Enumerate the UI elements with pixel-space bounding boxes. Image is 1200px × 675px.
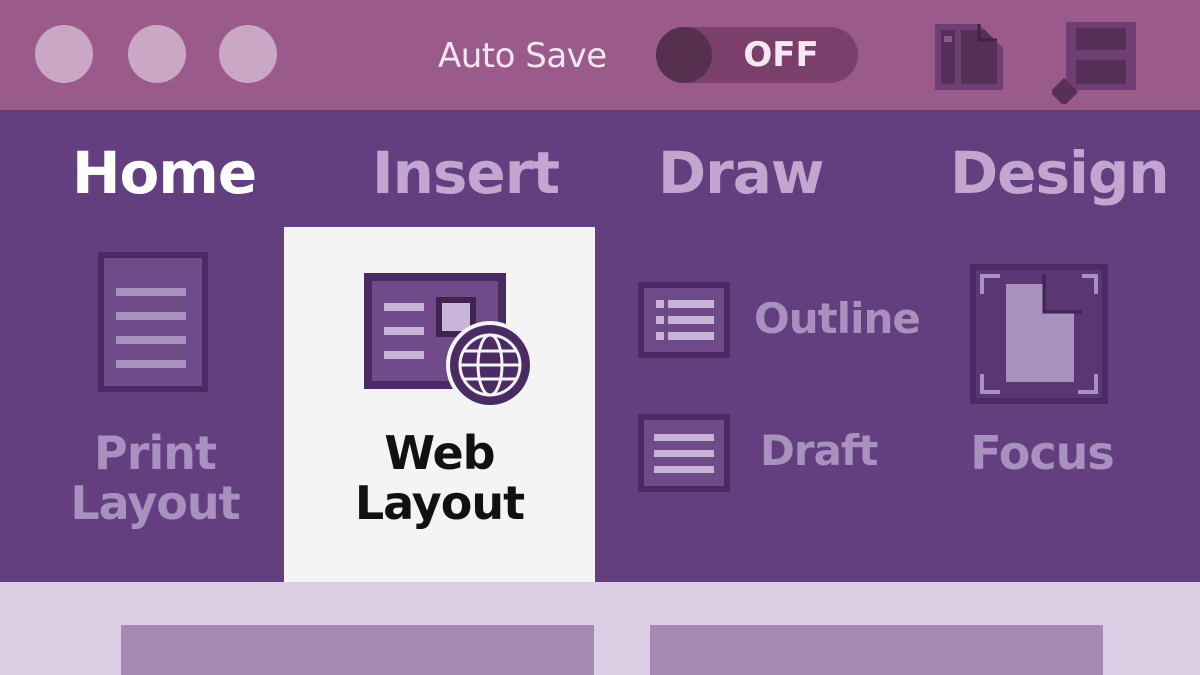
zoom-window-button[interactable]: [219, 25, 277, 83]
web-layout-label-line2: Layout: [354, 476, 525, 530]
outline-label: Outline: [754, 294, 921, 343]
tab-insert[interactable]: Insert: [372, 133, 560, 213]
print-layout-button[interactable]: Print Layout: [60, 240, 250, 540]
focus-label: Focus: [970, 426, 1115, 480]
web-layout-button[interactable]: Web Layout: [284, 227, 595, 582]
web-layout-label-line1: Web: [384, 426, 495, 480]
toggle-knob: [656, 27, 712, 83]
title-bar: Auto Save OFF: [0, 0, 1200, 110]
tab-design[interactable]: Design: [950, 133, 1170, 213]
draft-icon: [638, 414, 730, 492]
outline-button[interactable]: Outline: [636, 282, 921, 358]
print-layout-label-line2: Layout: [70, 476, 240, 530]
autosave-toggle[interactable]: OFF: [656, 27, 858, 83]
layout-panel-icon[interactable]: [935, 22, 1005, 92]
print-layout-icon: [98, 252, 208, 392]
print-layout-label-line1: Print: [94, 426, 217, 480]
draft-label: Draft: [760, 426, 878, 475]
outline-icon: [638, 282, 730, 358]
minimize-window-button[interactable]: [128, 25, 186, 83]
tab-draw[interactable]: Draw: [658, 133, 824, 213]
tab-home[interactable]: Home: [72, 133, 257, 213]
draft-button[interactable]: Draft: [636, 414, 878, 492]
focus-button[interactable]: Focus: [962, 262, 1122, 482]
autosave-label: Auto Save: [438, 36, 607, 76]
autosave-state: OFF: [743, 35, 819, 75]
document-page-right: [650, 625, 1103, 675]
web-layout-icon: [364, 273, 534, 413]
close-window-button[interactable]: [35, 25, 93, 83]
focus-icon: [970, 264, 1108, 404]
document-page-left: [121, 625, 594, 675]
save-icon[interactable]: [1052, 20, 1138, 104]
